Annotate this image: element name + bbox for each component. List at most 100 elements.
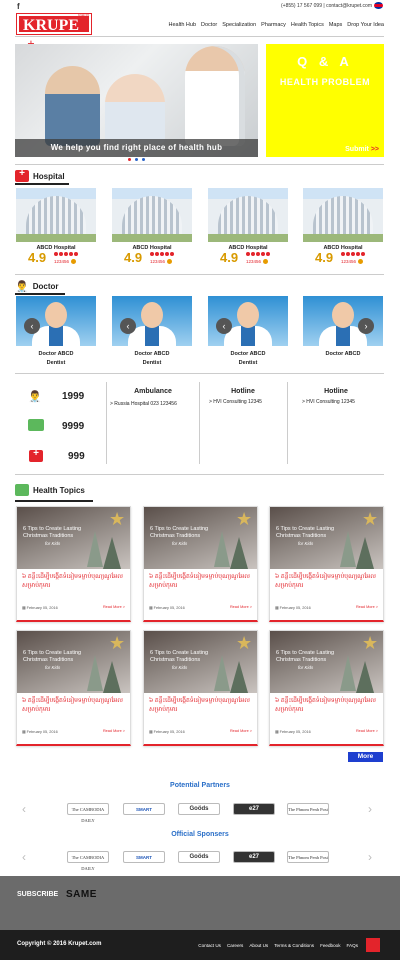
doctor-next-arrow[interactable]: › (358, 318, 374, 334)
partner-logo[interactable]: e27 (233, 803, 275, 815)
read-more-link[interactable]: Read More > (356, 729, 378, 734)
clinic-stat-icon (28, 419, 44, 431)
topic-card[interactable]: ★ 6 Tips to Create Lasting Christmas Trad… (16, 506, 131, 622)
review-count: 123456 (150, 259, 173, 264)
topic-title[interactable]: ៦ គន្លឹះដើម្បីបង្កើតទំនៀមទម្លាប់បុណ្យណូអ… (270, 693, 383, 729)
contact-info: (+855) 17 567 099 | contact@krupet.com (280, 3, 372, 9)
slider-dot[interactable] (142, 158, 145, 161)
slider-dot[interactable] (128, 158, 131, 161)
hospital-title-text: Hospital (33, 171, 65, 181)
topic-title[interactable]: ៦ គន្លឹះដើម្បីបង្កើតទំនៀមទម្លាប់បុណ្យណូអ… (144, 693, 257, 729)
hospital-image (208, 188, 288, 242)
topic-title[interactable]: ៦ គន្លឹះដើម្បីបង្កើតទំនៀមទម្លាប់បុណ្យណូអ… (270, 569, 383, 605)
partner-logo[interactable]: SMART (123, 803, 165, 815)
topic-title[interactable]: ៦ គន្លឹះដើម្បីបង្កើតទំនៀមទម្លាប់បុណ្យណូអ… (17, 693, 130, 729)
doctor-prev-arrow[interactable]: ‹ (120, 318, 136, 334)
footer-link-terms[interactable]: Terms & Conditions (274, 943, 314, 948)
sponsors-prev-arrow[interactable]: ‹ (22, 850, 26, 864)
topic-card[interactable]: ★ 6 Tips to Create Lasting Christmas Trad… (269, 630, 384, 746)
doctor-prev-arrow[interactable]: ‹ (216, 318, 232, 334)
hospital-card[interactable]: ABCD Hospital 4.9 123456 (208, 188, 288, 268)
hospital-card[interactable]: ABCD Hospital 4.9 123456 (112, 188, 192, 268)
topics-section-title: Health Topics (15, 484, 85, 496)
read-more-link[interactable]: Read More > (230, 605, 252, 610)
nav-health-topics[interactable]: Health Topics (291, 22, 324, 28)
hospital-card[interactable]: ABCD Hospital 4.9 123456 (303, 188, 383, 268)
subscribe-input[interactable]: SAME (66, 889, 97, 900)
partners-prev-arrow[interactable]: ‹ (22, 802, 26, 816)
footer: Copyright © 2016 Krupet.com Contact Us C… (0, 930, 400, 960)
topic-title[interactable]: ៦ គន្លឹះដើម្បីបង្កើតទំនៀមទម្លាប់បុណ្យណូអ… (17, 569, 130, 605)
topic-date: ▦ February 05, 2016 (275, 606, 311, 610)
facebook-icon[interactable]: f (17, 2, 20, 11)
footer-link-careers[interactable]: Careers (227, 943, 243, 948)
nav-specialization[interactable]: Specialization (222, 22, 256, 28)
hospital-card[interactable]: ABCD Hospital 4.9 123456 (16, 188, 96, 268)
doctor-prev-arrow[interactable]: ‹ (24, 318, 40, 334)
partner-logo[interactable]: The Phnom Penh Post (287, 803, 329, 815)
topic-card[interactable]: ★ 6 Tips to Create Lasting Christmas Trad… (269, 506, 384, 622)
nav-drop-your-idea[interactable]: Drop Your Idea (347, 22, 384, 28)
more-button[interactable]: More (348, 752, 383, 762)
sponsor-logo[interactable]: SMART (123, 851, 165, 863)
review-count: 123456 (54, 259, 77, 264)
back-to-top-button[interactable] (366, 938, 380, 952)
main-nav: Health Hub Doctor Specialization Pharmac… (168, 22, 384, 28)
sponsor-logo[interactable]: The CAMBODIA DAILY (67, 851, 109, 871)
hospital-image (16, 188, 96, 242)
rating-dots (54, 252, 78, 256)
rating-dots (341, 252, 365, 256)
ambulance-contact[interactable]: > Russia Hospital 023 123456 (110, 401, 177, 407)
nav-health-hub[interactable]: Health Hub (168, 22, 196, 28)
divider (106, 382, 107, 464)
nav-maps[interactable]: Maps (329, 22, 342, 28)
partner-logo[interactable]: Goöds (178, 803, 220, 815)
footer-link-contact[interactable]: Contact Us (198, 943, 221, 948)
nav-pharmacy[interactable]: Pharmacy (261, 22, 286, 28)
star-icon: ★ (362, 509, 379, 529)
read-more-link[interactable]: Read More > (230, 729, 252, 734)
topic-image: ★ 6 Tips to Create Lasting Christmas Trad… (144, 507, 257, 569)
sponsor-logo[interactable]: e27 (233, 851, 275, 863)
topic-card[interactable]: ★ 6 Tips to Create Lasting Christmas Trad… (143, 630, 258, 746)
read-more-link[interactable]: Read More > (103, 729, 125, 734)
partner-logo[interactable]: The CAMBODIA DAILY (67, 803, 109, 823)
topic-image: ★ 6 Tips to Create Lasting Christmas Trad… (17, 631, 130, 693)
hotline-contact[interactable]: > HVI Consulting 12345 (209, 399, 262, 405)
read-more-link[interactable]: Read More > (356, 605, 378, 610)
topic-card[interactable]: ★ 6 Tips to Create Lasting Christmas Trad… (16, 630, 131, 746)
hospital-rating: 4.9 (28, 250, 47, 265)
read-more-link[interactable]: Read More > (103, 605, 125, 610)
doctor-stat-icon: 👨‍⚕️ (28, 391, 42, 403)
divider (199, 382, 200, 464)
cambodia-flag-icon[interactable] (374, 2, 383, 9)
subscribe-label: SUBSCRIBE (17, 891, 59, 898)
doctor-title-text: Doctor (32, 282, 59, 291)
slider-dots (128, 158, 145, 161)
sponsor-logo[interactable]: The Phnom Penh Post (287, 851, 329, 863)
partners-next-arrow[interactable]: › (368, 802, 372, 816)
footer-link-about[interactable]: About Us (249, 943, 268, 948)
slider-dot[interactable] (135, 158, 138, 161)
hotline-contact[interactable]: > HVI Consulting 12345 (302, 399, 355, 405)
footer-link-feedbook[interactable]: Feedbook (320, 943, 340, 948)
nurse-image (185, 46, 245, 146)
nav-doctor[interactable]: Doctor (201, 22, 217, 28)
divider (287, 382, 288, 464)
topic-card[interactable]: ★ 6 Tips to Create Lasting Christmas Trad… (143, 506, 258, 622)
topic-title[interactable]: ៦ គន្លឹះដើម្បីបង្កើតទំនៀមទម្លាប់បុណ្យណូអ… (144, 569, 257, 605)
sponsor-logo[interactable]: Goöds (178, 851, 220, 863)
doctor-section-title: 👨‍⚕️ Doctor (15, 280, 58, 293)
elderly-man-image (45, 66, 100, 146)
doctor-role: Dentist (238, 360, 258, 366)
qa-submit-button[interactable]: Submit >> (345, 146, 379, 153)
footer-link-faqs[interactable]: FAQs (347, 943, 359, 948)
hero-slider[interactable]: We help you find right place of health h… (15, 44, 258, 157)
review-count: 123456 (341, 259, 364, 264)
sponsors-next-arrow[interactable]: › (368, 850, 372, 864)
hospital-image (303, 188, 383, 242)
topic-date: ▦ February 05, 2016 (149, 730, 185, 734)
health-topics-icon (15, 484, 29, 496)
section-underline (15, 500, 93, 502)
slider-caption: We help you find right place of health h… (15, 139, 258, 157)
